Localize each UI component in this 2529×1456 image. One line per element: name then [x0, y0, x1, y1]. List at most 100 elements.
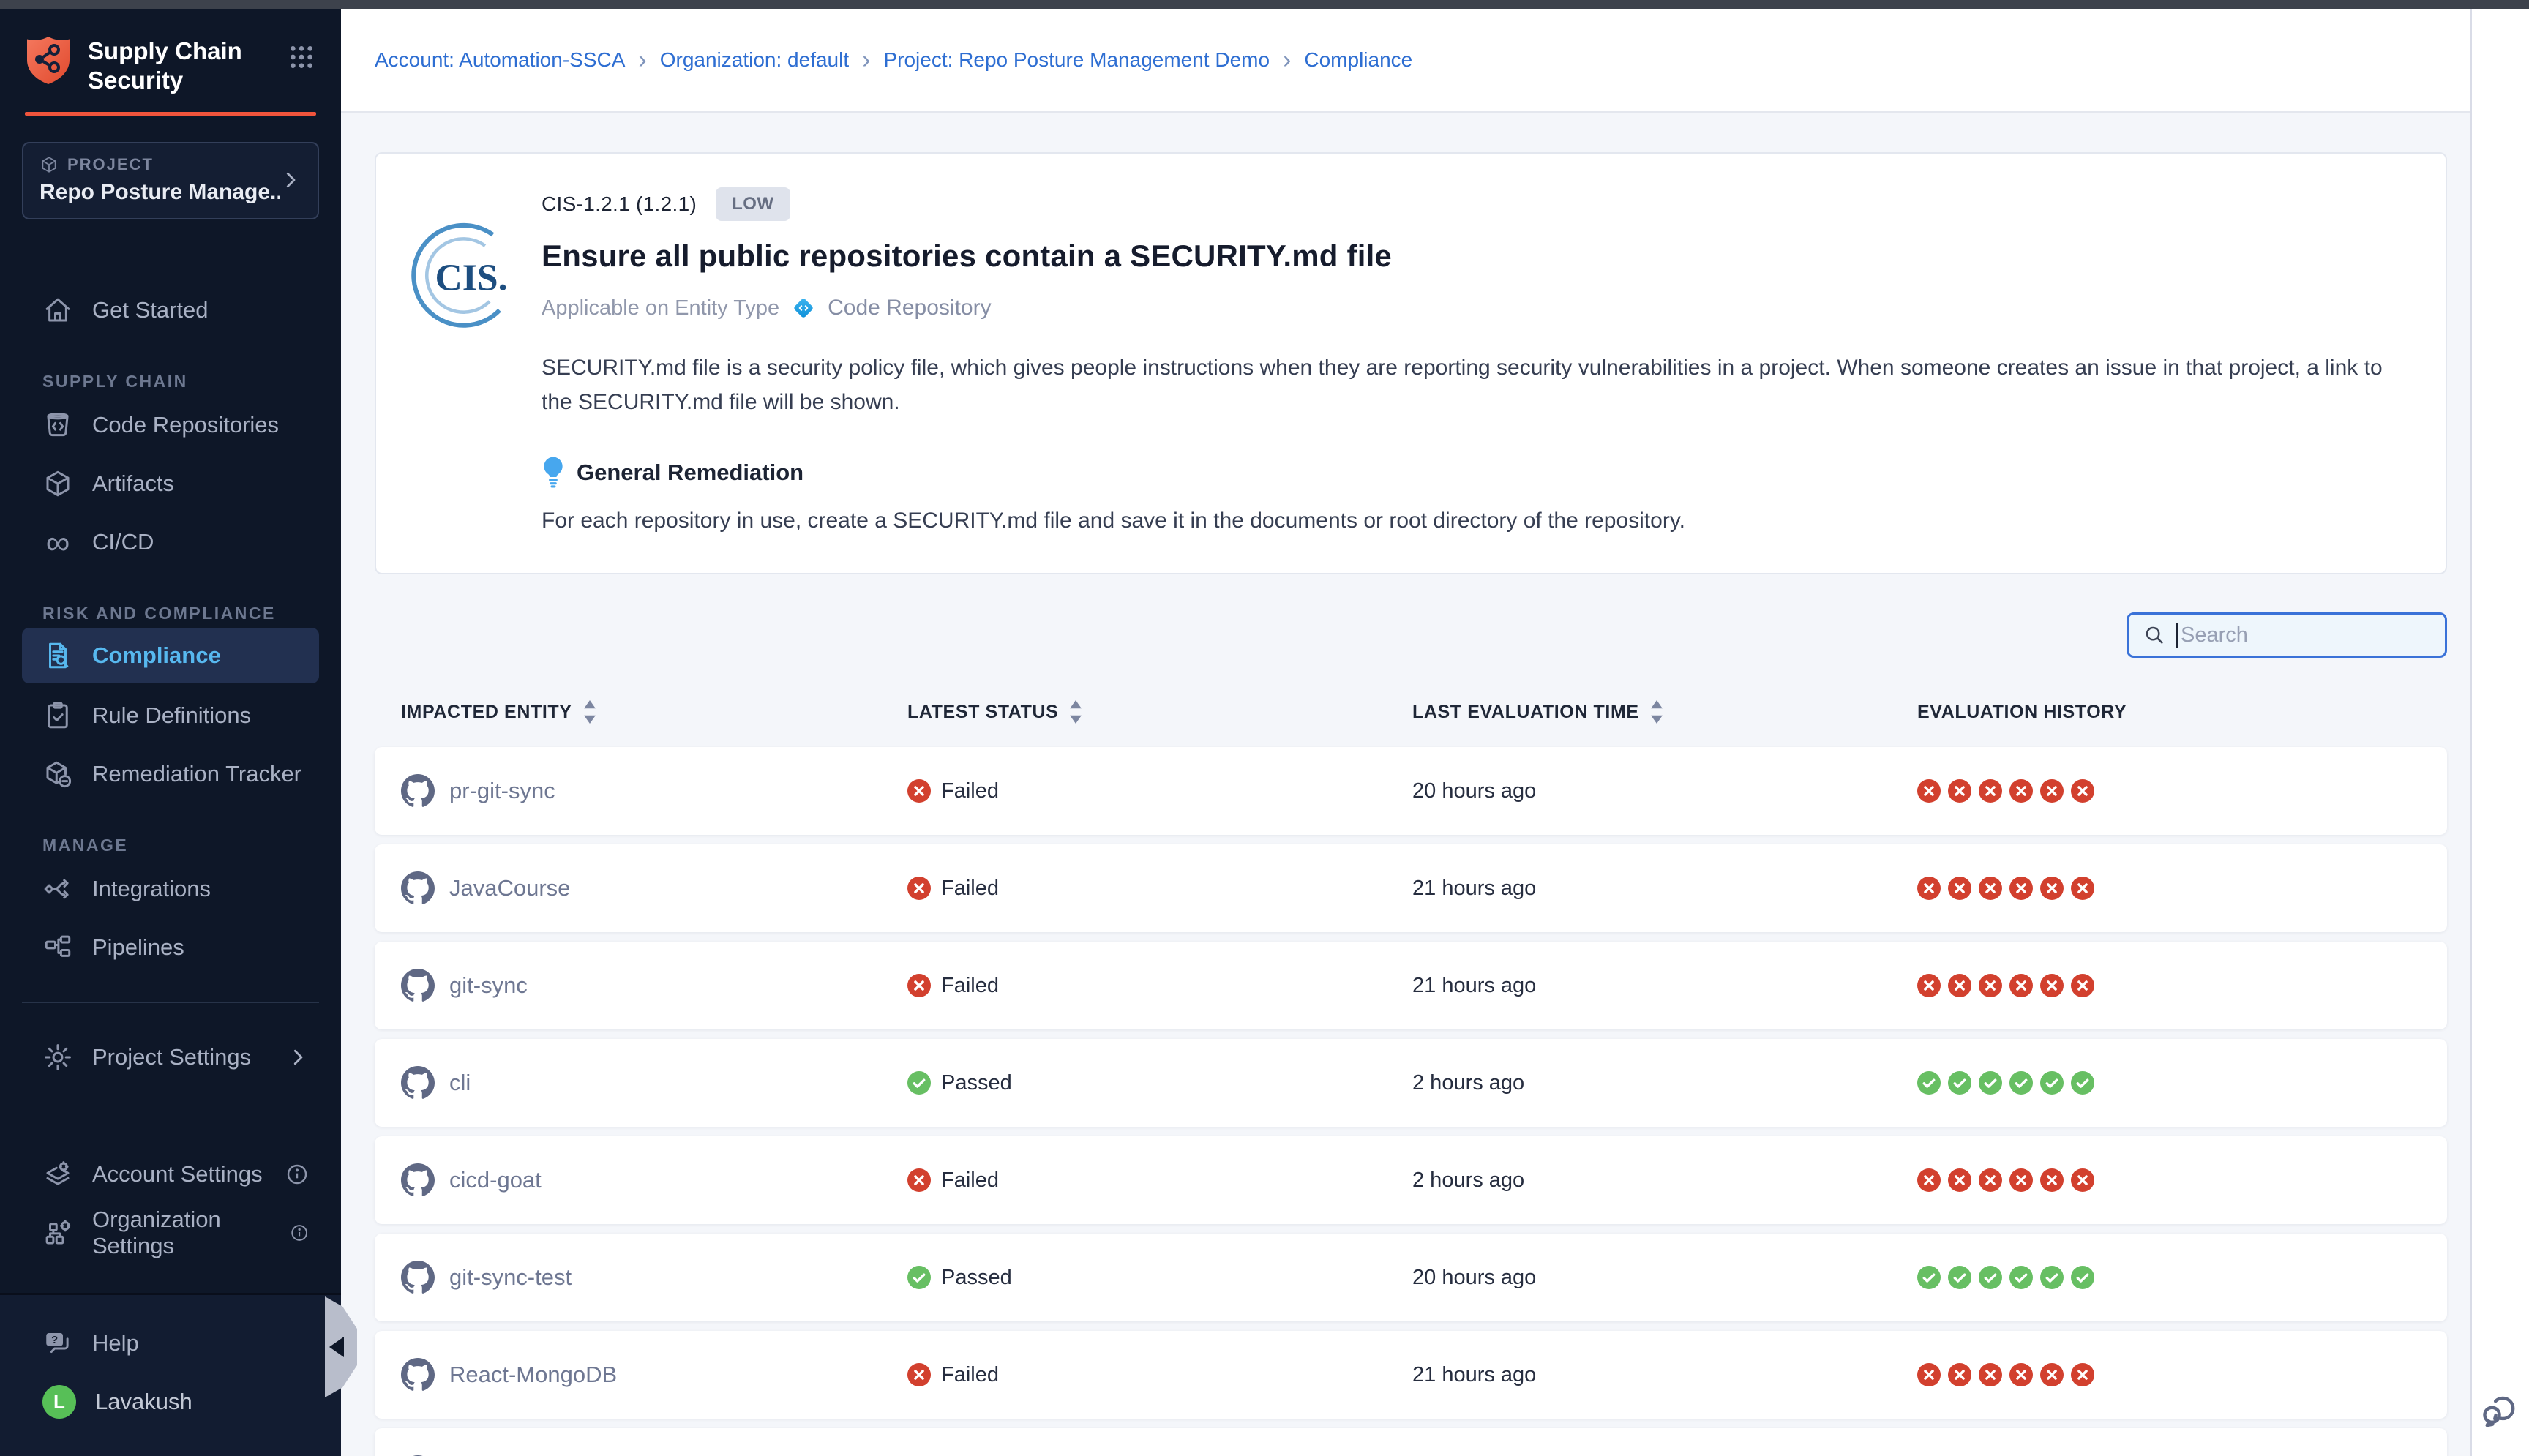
clipboard-check-icon	[42, 700, 73, 731]
sidebar-item-account-settings[interactable]: Account Settings	[0, 1145, 341, 1204]
failed-icon	[2009, 1168, 2033, 1192]
sidebar-nav: Get Started SUPPLY CHAIN Code Repositori…	[0, 252, 341, 1262]
rule-id: CIS-1.2.1 (1.2.1)	[542, 192, 697, 216]
status-label: Failed	[941, 877, 999, 901]
search-input[interactable]: Search	[2127, 612, 2447, 658]
sidebar-item-help[interactable]: ? Help	[0, 1314, 341, 1373]
nav-section-supply-chain: SUPPLY CHAIN	[42, 372, 341, 391]
sidebar-item-label: Organization Settings	[92, 1207, 271, 1259]
remediation-title: General Remediation	[577, 459, 803, 486]
project-selector-text: PROJECT Repo Posture Manage...	[40, 155, 280, 205]
project-selector[interactable]: PROJECT Repo Posture Manage...	[22, 142, 319, 219]
sidebar-item-get-started[interactable]: Get Started	[0, 281, 341, 339]
impacted-entity-cell: pr-git-sync	[401, 774, 907, 808]
content: CIS. CIS-1.2.1 (1.2.1) LOW Ensure all pu…	[341, 113, 2470, 1456]
rule-body: CIS-1.2.1 (1.2.1) LOW Ensure all public …	[542, 187, 2405, 533]
passed-icon	[1917, 1071, 1941, 1095]
info-circle-icon[interactable]	[285, 1163, 309, 1186]
user-menu[interactable]: L Lavakush	[0, 1373, 341, 1431]
entity-name[interactable]: pr-git-sync	[449, 778, 555, 804]
column-header[interactable]: IMPACTED ENTITY	[401, 700, 907, 724]
failed-icon	[1979, 974, 2002, 997]
compliance-doc-search-icon	[42, 640, 73, 671]
sidebar-item-pipelines[interactable]: Pipelines	[0, 918, 341, 977]
column-header[interactable]: LATEST STATUS	[907, 700, 1412, 724]
failed-icon	[1979, 1363, 2002, 1386]
entity-name[interactable]: cli	[449, 1070, 471, 1096]
status-label: Failed	[941, 974, 999, 998]
breadcrumb-separator-icon: ›	[1283, 48, 1291, 72]
passed-icon	[907, 1071, 931, 1095]
failed-icon	[1948, 1363, 1971, 1386]
status-label: Passed	[941, 1266, 1012, 1290]
sort-icon[interactable]	[1068, 700, 1083, 724]
entity-name[interactable]: JavaCourse	[449, 875, 570, 901]
passed-icon	[2071, 1071, 2094, 1095]
evaluation-history-cell	[1917, 974, 2447, 997]
breadcrumb-link[interactable]: Project: Repo Posture Management Demo	[883, 48, 1270, 72]
passed-icon	[1917, 1266, 1941, 1289]
table-row[interactable]: cicd-goatFailed2 hours ago	[375, 1136, 2447, 1224]
evaluation-time: 20 hours ago	[1412, 1266, 1536, 1290]
evaluation-time: 21 hours ago	[1412, 1363, 1536, 1387]
latest-status-cell: Failed	[907, 1363, 1412, 1387]
support-chat-button[interactable]	[2479, 1390, 2520, 1431]
failed-icon	[2071, 877, 2094, 900]
rule-description: SECURITY.md file is a security policy fi…	[542, 351, 2405, 419]
table-row[interactable]: Passed	[375, 1428, 2447, 1456]
entity-name[interactable]: React-MongoDB	[449, 1362, 617, 1388]
table-body: pr-git-syncFailed20 hours agoJavaCourseF…	[375, 747, 2447, 1456]
table-row[interactable]: git-sync-test Passed 20 hours ago	[375, 1234, 2447, 1321]
entity-name[interactable]: cicd-goat	[449, 1167, 542, 1193]
failed-icon	[2040, 1363, 2064, 1386]
evaluation-time-cell: 20 hours ago	[1412, 1266, 1917, 1290]
sidebar-item-integrations[interactable]: Integrations	[0, 860, 341, 918]
sidebar-item-remediation-tracker[interactable]: Remediation Tracker	[0, 745, 341, 803]
sidebar-item-cicd[interactable]: ∞ CI/CD	[0, 513, 341, 571]
sidebar-item-artifacts[interactable]: Artifacts	[0, 454, 341, 513]
evaluation-time: 2 hours ago	[1412, 1071, 1524, 1095]
nav-section-risk: RISK AND COMPLIANCE	[42, 604, 341, 623]
pipelines-flow-icon	[42, 932, 73, 963]
info-circle-icon[interactable]	[290, 1221, 309, 1245]
breadcrumb-link[interactable]: Account: Automation-SSCA	[375, 48, 625, 72]
breadcrumb-separator-icon: ›	[862, 48, 870, 72]
failed-icon	[1979, 877, 2002, 900]
module-grid-icon[interactable]	[287, 42, 316, 72]
project-name: Repo Posture Manage...	[40, 180, 280, 205]
table-row[interactable]: cliPassed2 hours ago	[375, 1039, 2447, 1127]
column-header-label: IMPACTED ENTITY	[401, 702, 572, 723]
sort-icon[interactable]	[1649, 700, 1664, 724]
entity-name[interactable]: git-sync-test	[449, 1264, 572, 1291]
sidebar-item-rule-definitions[interactable]: Rule Definitions	[0, 686, 341, 745]
github-icon	[401, 1261, 435, 1294]
failed-icon	[2071, 779, 2094, 803]
breadcrumb-link[interactable]: Organization: default	[660, 48, 849, 72]
impacted-entity-cell: git-sync	[401, 969, 907, 1002]
sidebar-item-project-settings[interactable]: Project Settings	[0, 1028, 341, 1087]
column-header[interactable]: LAST EVALUATION TIME	[1412, 700, 1917, 724]
table-row[interactable]: git-syncFailed21 hours ago	[375, 942, 2447, 1029]
sidebar-item-label: Compliance	[92, 642, 221, 669]
collapse-arrow-icon	[329, 1337, 344, 1357]
sidebar-item-compliance[interactable]: Compliance	[22, 628, 319, 683]
failed-icon	[1917, 877, 1941, 900]
entity-type-value[interactable]: Code Repository	[828, 296, 991, 320]
evaluation-time-cell: 20 hours ago	[1412, 779, 1917, 803]
github-icon	[401, 774, 435, 808]
box-wrench-icon	[42, 759, 73, 789]
table-row[interactable]: JavaCourseFailed21 hours ago	[375, 844, 2447, 932]
brand: Supply Chain Security	[0, 9, 341, 94]
breadcrumb-link[interactable]: Compliance	[1304, 48, 1412, 72]
sort-icon[interactable]	[582, 700, 597, 724]
sidebar-item-organization-settings[interactable]: Organization Settings	[0, 1204, 341, 1262]
passed-icon	[1979, 1266, 2002, 1289]
table-row[interactable]: pr-git-syncFailed20 hours ago	[375, 747, 2447, 835]
scrollbar-gutter[interactable]	[2470, 9, 2529, 1456]
impacted-entity-cell: cli	[401, 1066, 907, 1100]
layers-gear-icon	[42, 1159, 73, 1190]
sidebar-item-code-repositories[interactable]: Code Repositories	[0, 396, 341, 454]
entity-name[interactable]: git-sync	[449, 972, 528, 999]
text-cursor	[2176, 623, 2178, 648]
table-row[interactable]: React-MongoDB Failed21 hours ago	[375, 1331, 2447, 1419]
